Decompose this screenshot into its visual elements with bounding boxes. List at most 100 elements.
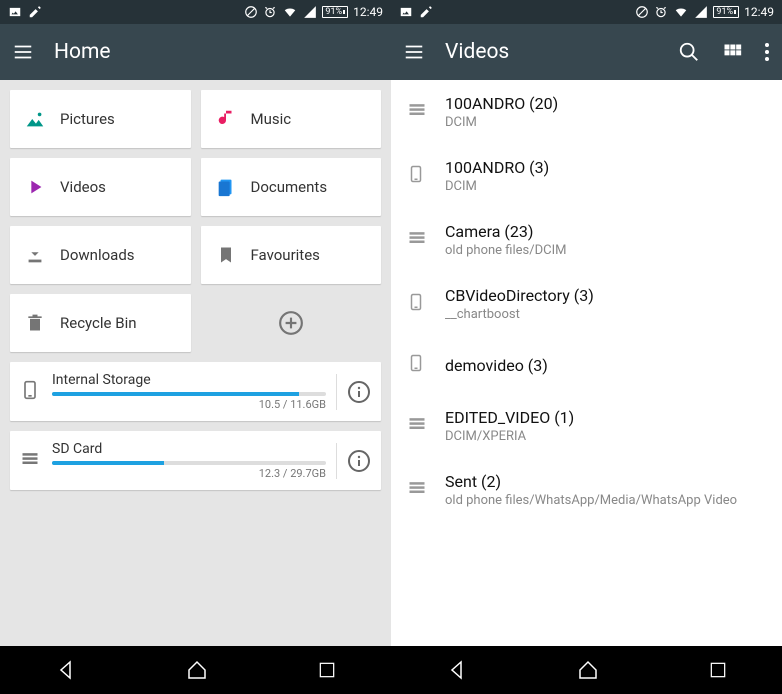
back-icon[interactable] bbox=[445, 658, 469, 682]
signal-icon bbox=[303, 5, 317, 19]
tile-label: Documents bbox=[251, 178, 328, 196]
screen-videos: 91% 12:49 Videos 100ANDRO (20)DCIM100AND… bbox=[391, 0, 782, 694]
videos-icon bbox=[24, 176, 46, 198]
clock: 12:49 bbox=[353, 5, 383, 19]
home-icon[interactable] bbox=[185, 658, 209, 682]
phone-icon bbox=[407, 350, 427, 380]
tile-label: Music bbox=[251, 110, 292, 128]
storage-bar bbox=[52, 461, 326, 465]
no-sim-icon bbox=[635, 5, 649, 19]
list-item[interactable]: 100ANDRO (20) DCIM bbox=[391, 80, 782, 144]
nav-bar bbox=[391, 646, 782, 694]
wifi-icon bbox=[673, 5, 689, 19]
storage-internal[interactable]: Internal Storage 10.5 / 11.6GB bbox=[10, 362, 381, 421]
downloads-icon bbox=[24, 244, 46, 266]
item-primary: Sent (2) bbox=[445, 472, 766, 491]
list-item[interactable]: Sent (2) old phone files/WhatsApp/Media/W… bbox=[391, 458, 782, 522]
info-icon[interactable] bbox=[347, 380, 371, 404]
nav-bar bbox=[0, 646, 391, 694]
storage-name: Internal Storage bbox=[52, 372, 326, 388]
item-secondary: DCIM bbox=[445, 179, 766, 194]
picture-indicator-icon bbox=[8, 5, 22, 19]
screen-home: 91% 12:49 Home Pictures Music Videos bbox=[0, 0, 391, 694]
hamburger-icon[interactable] bbox=[12, 41, 34, 63]
list-item[interactable]: demovideo (3) bbox=[391, 336, 782, 394]
grid-view-icon[interactable] bbox=[722, 42, 742, 62]
storage-icon bbox=[407, 478, 427, 502]
item-primary: EDITED_VIDEO (1) bbox=[445, 408, 766, 427]
tile-pictures[interactable]: Pictures bbox=[10, 90, 191, 148]
item-secondary: old phone files/WhatsApp/Media/WhatsApp … bbox=[445, 493, 766, 508]
storage-icon bbox=[20, 449, 42, 473]
tile-favourites[interactable]: Favourites bbox=[201, 226, 382, 284]
battery-indicator: 91% bbox=[713, 6, 739, 18]
storage-name: SD Card bbox=[52, 441, 326, 457]
storage-bar bbox=[52, 392, 326, 396]
page-title: Home bbox=[54, 40, 111, 64]
alarm-icon bbox=[654, 5, 668, 19]
status-bar: 91% 12:49 bbox=[391, 0, 782, 24]
list-item[interactable]: EDITED_VIDEO (1) DCIM/XPERIA bbox=[391, 394, 782, 458]
tile-label: Downloads bbox=[60, 246, 135, 264]
item-secondary: __chartboost bbox=[445, 307, 766, 322]
divider bbox=[336, 374, 337, 410]
item-primary: 100ANDRO (20) bbox=[445, 94, 766, 113]
trash-icon bbox=[24, 312, 46, 334]
no-sim-icon bbox=[244, 5, 258, 19]
tile-downloads[interactable]: Downloads bbox=[10, 226, 191, 284]
item-primary: CBVideoDirectory (3) bbox=[445, 286, 766, 305]
item-primary: 100ANDRO (3) bbox=[445, 158, 766, 177]
home-content: Pictures Music Videos Documents Download… bbox=[0, 80, 391, 646]
storage-icon bbox=[407, 414, 427, 438]
edit-indicator-icon bbox=[419, 5, 433, 19]
storage-sdcard[interactable]: SD Card 12.3 / 29.7GB bbox=[10, 431, 381, 490]
picture-indicator-icon bbox=[399, 5, 413, 19]
item-secondary: DCIM/XPERIA bbox=[445, 429, 766, 444]
tile-recycle-bin[interactable]: Recycle Bin bbox=[10, 294, 191, 352]
search-icon[interactable] bbox=[678, 41, 700, 63]
music-icon bbox=[215, 108, 237, 130]
tile-music[interactable]: Music bbox=[201, 90, 382, 148]
page-title: Videos bbox=[445, 40, 509, 64]
list-item[interactable]: CBVideoDirectory (3) __chartboost bbox=[391, 272, 782, 336]
info-icon[interactable] bbox=[347, 449, 371, 473]
storage-usage: 12.3 / 29.7GB bbox=[52, 467, 326, 480]
tile-add[interactable] bbox=[201, 294, 382, 352]
storage-usage: 10.5 / 11.6GB bbox=[52, 398, 326, 411]
phone-icon bbox=[20, 376, 42, 408]
item-primary: demovideo (3) bbox=[445, 356, 766, 375]
phone-icon bbox=[407, 161, 427, 191]
item-secondary: DCIM bbox=[445, 115, 766, 130]
favourites-icon bbox=[215, 244, 237, 266]
item-primary: Camera (23) bbox=[445, 222, 766, 241]
wifi-icon bbox=[282, 5, 298, 19]
tile-label: Pictures bbox=[60, 110, 115, 128]
tile-label: Favourites bbox=[251, 246, 320, 264]
tile-videos[interactable]: Videos bbox=[10, 158, 191, 216]
documents-icon bbox=[215, 176, 237, 198]
tile-documents[interactable]: Documents bbox=[201, 158, 382, 216]
videos-list: 100ANDRO (20) DCIM 100ANDRO (3) DCIM Camera … bbox=[391, 80, 782, 646]
app-bar-videos: Videos bbox=[391, 24, 782, 80]
app-bar-home: Home bbox=[0, 24, 391, 80]
status-bar: 91% 12:49 bbox=[0, 0, 391, 24]
hamburger-icon[interactable] bbox=[403, 41, 425, 63]
signal-icon bbox=[694, 5, 708, 19]
recent-icon[interactable] bbox=[708, 660, 728, 680]
pictures-icon bbox=[24, 108, 46, 130]
clock: 12:49 bbox=[744, 5, 774, 19]
back-icon[interactable] bbox=[54, 658, 78, 682]
home-icon[interactable] bbox=[576, 658, 600, 682]
list-item[interactable]: 100ANDRO (3) DCIM bbox=[391, 144, 782, 208]
tile-label: Videos bbox=[60, 178, 106, 196]
alarm-icon bbox=[263, 5, 277, 19]
item-secondary: old phone files/DCIM bbox=[445, 243, 766, 258]
overflow-icon[interactable] bbox=[764, 42, 770, 62]
list-item[interactable]: Camera (23) old phone files/DCIM bbox=[391, 208, 782, 272]
edit-indicator-icon bbox=[28, 5, 42, 19]
phone-icon bbox=[407, 289, 427, 319]
battery-indicator: 91% bbox=[322, 6, 348, 18]
plus-circle-icon bbox=[278, 310, 304, 336]
storage-fill-1 bbox=[52, 461, 164, 465]
recent-icon[interactable] bbox=[317, 660, 337, 680]
